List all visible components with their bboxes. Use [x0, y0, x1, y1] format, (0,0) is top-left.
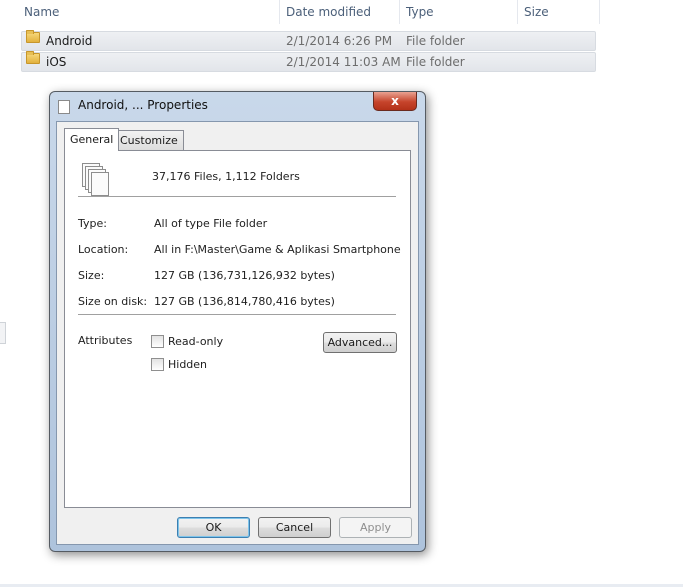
column-header-type[interactable]: Type [400, 0, 518, 24]
pane-splitter[interactable] [0, 322, 6, 344]
column-header-name[interactable]: Name [18, 0, 280, 24]
advanced-button[interactable]: Advanced... [323, 332, 397, 353]
dialog-body: General Customize 37,176 Files, 1,112 Fo… [56, 121, 419, 545]
type-label: Type: [78, 217, 107, 230]
apply-button[interactable]: Apply [339, 517, 412, 538]
multiple-files-icon [80, 163, 110, 197]
type-value: All of type File folder [154, 217, 268, 230]
column-header-size[interactable]: Size [518, 0, 600, 24]
hidden-label[interactable]: Hidden [168, 358, 207, 371]
file-type: File folder [406, 34, 465, 48]
read-only-label[interactable]: Read-only [168, 335, 223, 348]
file-count-summary: 37,176 Files, 1,112 Folders [152, 170, 300, 183]
file-name: Android [46, 34, 93, 48]
close-icon: x [391, 94, 399, 108]
file-date-modified: 2/1/2014 11:03 AM [286, 55, 401, 69]
file-row-ios[interactable]: iOS 2/1/2014 11:03 AM File folder [21, 51, 596, 72]
file-row-android[interactable]: Android 2/1/2014 6:26 PM File folder [21, 30, 596, 51]
separator [78, 196, 396, 197]
file-name: iOS [46, 55, 67, 69]
column-header-date-modified[interactable]: Date modified [280, 0, 400, 24]
read-only-checkbox[interactable] [151, 335, 164, 348]
general-tab-panel: 37,176 Files, 1,112 Folders Type: All of… [64, 150, 411, 508]
dialog-title: Android, ... Properties [78, 98, 208, 112]
location-value: All in F:\Master\Game & Aplikasi Smartph… [154, 243, 401, 256]
tab-general[interactable]: General [64, 128, 120, 151]
file-date-modified: 2/1/2014 6:26 PM [286, 34, 393, 48]
size-on-disk-label: Size on disk: [78, 295, 148, 308]
file-type: File folder [406, 55, 465, 69]
title-bar[interactable]: Android, ... Properties x [50, 92, 425, 120]
location-label: Location: [78, 243, 129, 256]
tab-customize[interactable]: Customize [114, 130, 184, 151]
folder-icon [26, 51, 40, 64]
ok-button[interactable]: OK [177, 517, 250, 538]
size-label: Size: [78, 269, 105, 282]
cancel-button[interactable]: Cancel [258, 517, 331, 538]
properties-dialog: Android, ... Properties x General Custom… [49, 91, 426, 552]
size-value: 127 GB (136,731,126,932 bytes) [154, 269, 335, 282]
attributes-label: Attributes [78, 334, 133, 347]
size-on-disk-value: 127 GB (136,814,780,416 bytes) [154, 295, 335, 308]
hidden-checkbox[interactable] [151, 358, 164, 371]
folder-icon [26, 30, 40, 43]
close-button[interactable]: x [373, 92, 417, 111]
separator [78, 314, 396, 315]
column-header-bar: ^ Name Date modified Type Size [0, 0, 600, 24]
properties-icon [55, 100, 70, 117]
